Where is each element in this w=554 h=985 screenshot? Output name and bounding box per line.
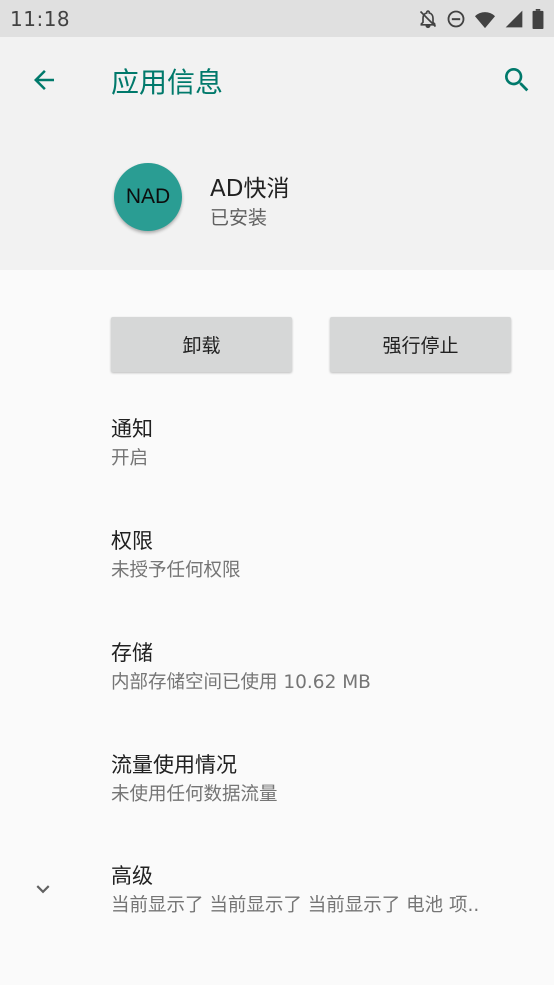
advanced-expand-button[interactable] bbox=[28, 877, 58, 905]
search-icon bbox=[501, 64, 533, 100]
pref-notifications[interactable]: 通知 开启 bbox=[111, 414, 541, 474]
signal-icon bbox=[504, 9, 524, 29]
back-button[interactable] bbox=[26, 64, 62, 100]
app-install-status: 已安装 bbox=[210, 207, 268, 229]
pref-storage[interactable]: 存储 内部存储空间已使用 10.62 MB bbox=[111, 638, 541, 698]
pref-data-usage[interactable]: 流量使用情况 未使用任何数据流量 bbox=[111, 750, 541, 810]
chevron-down-icon bbox=[30, 876, 56, 906]
battery-icon bbox=[532, 8, 544, 29]
pref-summary: 内部存储空间已使用 10.62 MB bbox=[111, 672, 371, 693]
pref-summary: 开启 bbox=[111, 448, 149, 469]
search-button[interactable] bbox=[498, 63, 536, 101]
uninstall-button[interactable]: 卸载 bbox=[111, 317, 292, 372]
pref-summary: 未使用任何数据流量 bbox=[111, 784, 278, 805]
app-name: AD快消 bbox=[210, 176, 290, 202]
do-not-disturb-icon bbox=[446, 9, 466, 29]
pref-title: 权限 bbox=[111, 529, 153, 553]
app-icon: NAD bbox=[114, 163, 182, 231]
status-time: 11:18 bbox=[10, 6, 71, 31]
page-title: 应用信息 bbox=[111, 66, 224, 99]
app-header: 应用信息 NAD AD快消 已安装 bbox=[0, 37, 554, 270]
pref-advanced[interactable]: 高级 当前显示了 当前显示了 当前显示了 电池 项.. bbox=[111, 861, 541, 921]
arrow-back-icon bbox=[29, 65, 59, 99]
pref-summary: 当前显示了 当前显示了 当前显示了 电池 项.. bbox=[111, 895, 480, 916]
pref-title: 流量使用情况 bbox=[111, 753, 237, 777]
pref-title: 高级 bbox=[111, 864, 153, 888]
status-bar: 11:18 bbox=[0, 0, 554, 37]
force-stop-button[interactable]: 强行停止 bbox=[330, 317, 511, 372]
app-icon-label: NAD bbox=[125, 185, 171, 208]
status-icons bbox=[418, 8, 544, 29]
pref-title: 通知 bbox=[111, 417, 153, 441]
pref-permissions[interactable]: 权限 未授予任何权限 bbox=[111, 526, 541, 586]
wifi-icon bbox=[474, 9, 496, 29]
pref-title: 存储 bbox=[111, 641, 153, 665]
notifications-off-icon bbox=[418, 9, 438, 29]
pref-summary: 未授予任何权限 bbox=[111, 560, 241, 581]
